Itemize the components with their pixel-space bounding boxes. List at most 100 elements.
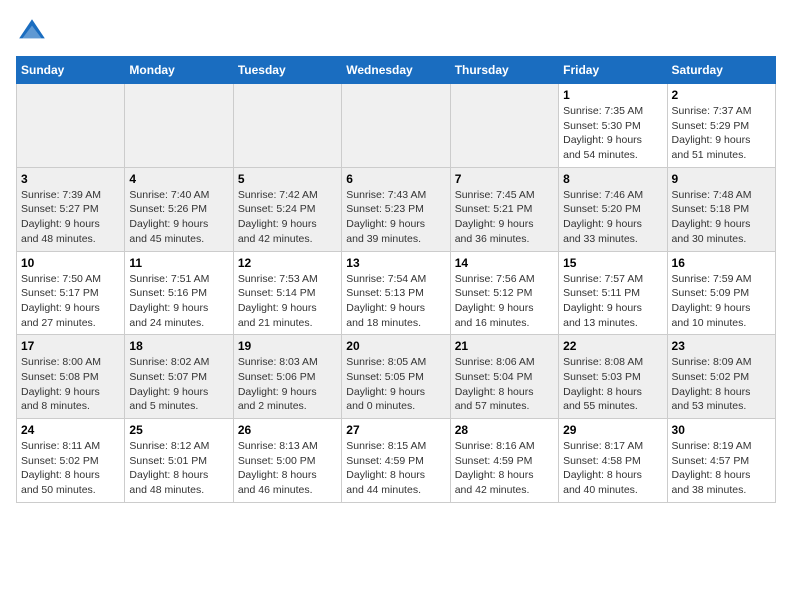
day-number: 3 — [21, 172, 120, 186]
calendar-week-4: 17Sunrise: 8:00 AM Sunset: 5:08 PM Dayli… — [17, 335, 776, 419]
day-info: Sunrise: 7:43 AM Sunset: 5:23 PM Dayligh… — [346, 188, 445, 247]
calendar-week-3: 10 Sunrise: 7:50 AM Sunset: 5:17 PM Dayli… — [17, 251, 776, 335]
logo — [16, 16, 52, 48]
day-number: 10 — [21, 256, 120, 270]
calendar-table: SundayMondayTuesdayWednesdayThursdayFrid… — [16, 56, 776, 503]
calendar-cell: 21 Sunrise: 8:06 AM Sunset: 5:04 PM Dayli… — [450, 335, 558, 419]
calendar-cell: 17Sunrise: 8:00 AM Sunset: 5:08 PM Dayli… — [17, 335, 125, 419]
day-number: 6 — [346, 172, 445, 186]
calendar-cell: 22 Sunrise: 8:08 AM Sunset: 5:03 PM Dayli… — [559, 335, 667, 419]
calendar-cell: 4Sunrise: 7:40 AM Sunset: 5:26 PM Daylig… — [125, 167, 233, 251]
col-header-wednesday: Wednesday — [342, 57, 450, 84]
calendar-cell: 23 Sunrise: 8:09 AM Sunset: 5:02 PM Dayli… — [667, 335, 775, 419]
day-info: Sunrise: 7:40 AM Sunset: 5:26 PM Dayligh… — [129, 188, 228, 247]
col-header-tuesday: Tuesday — [233, 57, 341, 84]
calendar-cell: 10 Sunrise: 7:50 AM Sunset: 5:17 PM Dayli… — [17, 251, 125, 335]
calendar-cell — [450, 84, 558, 168]
col-header-friday: Friday — [559, 57, 667, 84]
calendar-cell — [342, 84, 450, 168]
day-number: 26 — [238, 423, 337, 437]
day-info: Sunrise: 7:50 AM Sunset: 5:17 PM Dayligh… — [21, 272, 120, 331]
col-header-sunday: Sunday — [17, 57, 125, 84]
day-info: Sunrise: 8:03 AM Sunset: 5:06 PM Dayligh… — [238, 355, 337, 414]
day-info: Sunrise: 7:51 AM Sunset: 5:16 PM Dayligh… — [129, 272, 228, 331]
day-info: Sunrise: 7:56 AM Sunset: 5:12 PM Dayligh… — [455, 272, 554, 331]
calendar-cell: 12 Sunrise: 7:53 AM Sunset: 5:14 PM Dayli… — [233, 251, 341, 335]
calendar-cell: 24 Sunrise: 8:11 AM Sunset: 5:02 PM Dayli… — [17, 419, 125, 503]
day-info: Sunrise: 7:59 AM Sunset: 5:09 PM Dayligh… — [672, 272, 771, 331]
calendar-week-5: 24 Sunrise: 8:11 AM Sunset: 5:02 PM Dayli… — [17, 419, 776, 503]
calendar-cell: 3 Sunrise: 7:39 AM Sunset: 5:27 PM Daylig… — [17, 167, 125, 251]
calendar-cell: 7 Sunrise: 7:45 AM Sunset: 5:21 PM Daylig… — [450, 167, 558, 251]
day-number: 22 — [563, 339, 662, 353]
day-number: 7 — [455, 172, 554, 186]
day-info: Sunrise: 7:46 AM Sunset: 5:20 PM Dayligh… — [563, 188, 662, 247]
day-info: Sunrise: 7:45 AM Sunset: 5:21 PM Dayligh… — [455, 188, 554, 247]
calendar-cell: 29 Sunrise: 8:17 AM Sunset: 4:58 PM Dayli… — [559, 419, 667, 503]
day-number: 29 — [563, 423, 662, 437]
calendar-cell: 26 Sunrise: 8:13 AM Sunset: 5:00 PM Dayli… — [233, 419, 341, 503]
day-info: Sunrise: 8:13 AM Sunset: 5:00 PM Dayligh… — [238, 439, 337, 498]
calendar-cell: 13Sunrise: 7:54 AM Sunset: 5:13 PM Dayli… — [342, 251, 450, 335]
calendar-cell: 9 Sunrise: 7:48 AM Sunset: 5:18 PM Daylig… — [667, 167, 775, 251]
day-number: 21 — [455, 339, 554, 353]
day-info: Sunrise: 8:19 AM Sunset: 4:57 PM Dayligh… — [672, 439, 771, 498]
calendar-cell: 14 Sunrise: 7:56 AM Sunset: 5:12 PM Dayli… — [450, 251, 558, 335]
day-info: Sunrise: 7:37 AM Sunset: 5:29 PM Dayligh… — [672, 104, 771, 163]
calendar-cell: 28Sunrise: 8:16 AM Sunset: 4:59 PM Dayli… — [450, 419, 558, 503]
day-info: Sunrise: 7:39 AM Sunset: 5:27 PM Dayligh… — [21, 188, 120, 247]
day-number: 24 — [21, 423, 120, 437]
page-header — [16, 16, 776, 48]
calendar-week-1: 1 Sunrise: 7:35 AM Sunset: 5:30 PM Daylig… — [17, 84, 776, 168]
calendar-cell: 18 Sunrise: 8:02 AM Sunset: 5:07 PM Dayli… — [125, 335, 233, 419]
header-row: SundayMondayTuesdayWednesdayThursdayFrid… — [17, 57, 776, 84]
day-info: Sunrise: 8:15 AM Sunset: 4:59 PM Dayligh… — [346, 439, 445, 498]
day-number: 9 — [672, 172, 771, 186]
day-info: Sunrise: 8:09 AM Sunset: 5:02 PM Dayligh… — [672, 355, 771, 414]
day-info: Sunrise: 7:42 AM Sunset: 5:24 PM Dayligh… — [238, 188, 337, 247]
day-number: 1 — [563, 88, 662, 102]
day-number: 18 — [129, 339, 228, 353]
day-number: 2 — [672, 88, 771, 102]
day-number: 16 — [672, 256, 771, 270]
col-header-thursday: Thursday — [450, 57, 558, 84]
day-info: Sunrise: 8:02 AM Sunset: 5:07 PM Dayligh… — [129, 355, 228, 414]
day-info: Sunrise: 8:12 AM Sunset: 5:01 PM Dayligh… — [129, 439, 228, 498]
day-info: Sunrise: 8:17 AM Sunset: 4:58 PM Dayligh… — [563, 439, 662, 498]
calendar-cell: 27 Sunrise: 8:15 AM Sunset: 4:59 PM Dayli… — [342, 419, 450, 503]
calendar-cell: 2 Sunrise: 7:37 AM Sunset: 5:29 PM Daylig… — [667, 84, 775, 168]
day-info: Sunrise: 8:06 AM Sunset: 5:04 PM Dayligh… — [455, 355, 554, 414]
day-info: Sunrise: 8:00 AM Sunset: 5:08 PM Dayligh… — [21, 355, 120, 414]
logo-icon — [16, 16, 48, 48]
day-info: Sunrise: 7:54 AM Sunset: 5:13 PM Dayligh… — [346, 272, 445, 331]
day-info: Sunrise: 8:08 AM Sunset: 5:03 PM Dayligh… — [563, 355, 662, 414]
calendar-cell: 20Sunrise: 8:05 AM Sunset: 5:05 PM Dayli… — [342, 335, 450, 419]
calendar-cell: 19 Sunrise: 8:03 AM Sunset: 5:06 PM Dayli… — [233, 335, 341, 419]
day-number: 30 — [672, 423, 771, 437]
calendar-cell: 15Sunrise: 7:57 AM Sunset: 5:11 PM Dayli… — [559, 251, 667, 335]
calendar-cell: 8Sunrise: 7:46 AM Sunset: 5:20 PM Daylig… — [559, 167, 667, 251]
col-header-saturday: Saturday — [667, 57, 775, 84]
calendar-cell — [233, 84, 341, 168]
col-header-monday: Monday — [125, 57, 233, 84]
day-number: 23 — [672, 339, 771, 353]
day-number: 25 — [129, 423, 228, 437]
day-number: 12 — [238, 256, 337, 270]
calendar-cell: 16 Sunrise: 7:59 AM Sunset: 5:09 PM Dayli… — [667, 251, 775, 335]
day-number: 28 — [455, 423, 554, 437]
day-number: 27 — [346, 423, 445, 437]
calendar-cell: 6 Sunrise: 7:43 AM Sunset: 5:23 PM Daylig… — [342, 167, 450, 251]
day-number: 19 — [238, 339, 337, 353]
day-number: 15 — [563, 256, 662, 270]
day-number: 5 — [238, 172, 337, 186]
calendar-cell — [125, 84, 233, 168]
day-info: Sunrise: 8:05 AM Sunset: 5:05 PM Dayligh… — [346, 355, 445, 414]
day-info: Sunrise: 7:48 AM Sunset: 5:18 PM Dayligh… — [672, 188, 771, 247]
calendar-cell: 1 Sunrise: 7:35 AM Sunset: 5:30 PM Daylig… — [559, 84, 667, 168]
day-info: Sunrise: 8:11 AM Sunset: 5:02 PM Dayligh… — [21, 439, 120, 498]
day-info: Sunrise: 7:53 AM Sunset: 5:14 PM Dayligh… — [238, 272, 337, 331]
calendar-cell: 25 Sunrise: 8:12 AM Sunset: 5:01 PM Dayli… — [125, 419, 233, 503]
day-number: 14 — [455, 256, 554, 270]
day-info: Sunrise: 7:35 AM Sunset: 5:30 PM Dayligh… — [563, 104, 662, 163]
day-number: 11 — [129, 256, 228, 270]
